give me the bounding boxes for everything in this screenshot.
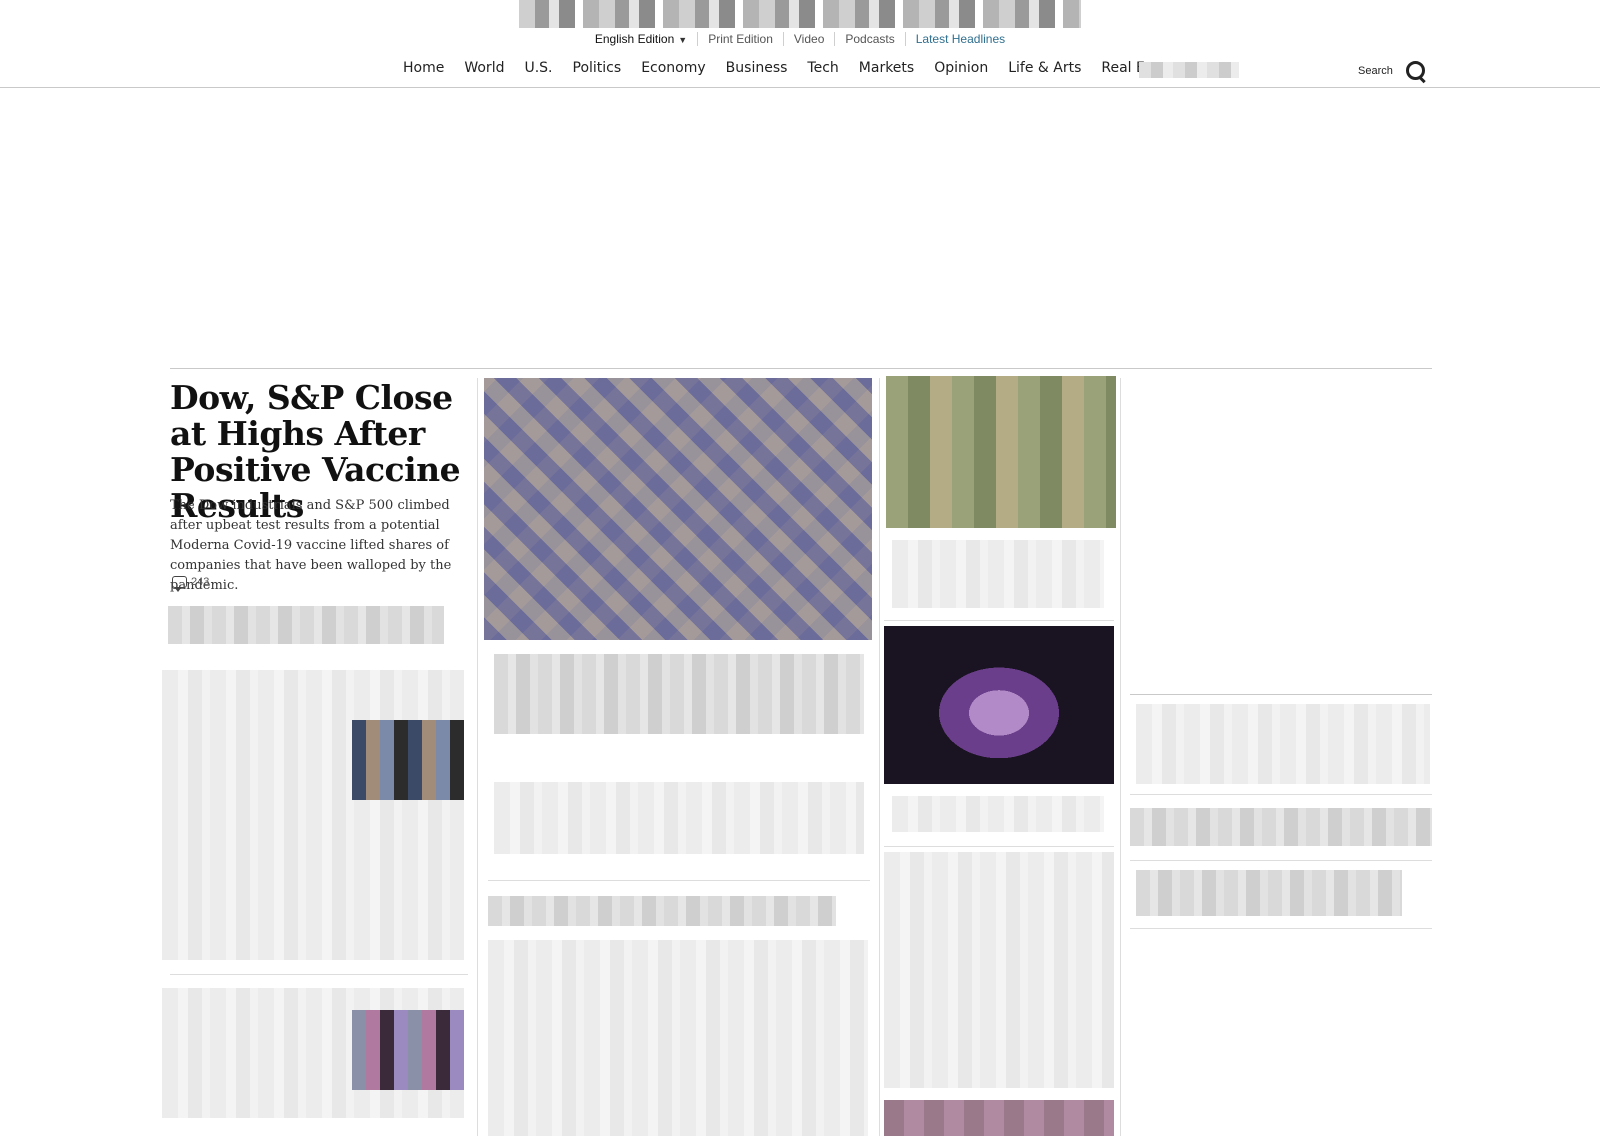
comment-icon bbox=[172, 576, 187, 592]
nav-item-us[interactable]: U.S. bbox=[514, 60, 562, 76]
print-edition-link[interactable]: Print Edition bbox=[697, 32, 783, 46]
comment-count[interactable]: 243 bbox=[172, 576, 210, 592]
nav-item-tech[interactable]: Tech bbox=[797, 60, 848, 76]
nav-item-life-arts[interactable]: Life & Arts bbox=[998, 60, 1091, 76]
chevron-down-icon: ▼ bbox=[678, 35, 688, 45]
nav-item-markets[interactable]: Markets bbox=[849, 60, 924, 76]
story-thumbnail[interactable] bbox=[352, 1010, 464, 1090]
story-obscured[interactable] bbox=[884, 852, 1114, 1088]
edition-selector[interactable]: English Edition ▼ bbox=[585, 32, 697, 46]
search-icon bbox=[1405, 60, 1427, 82]
video-link[interactable]: Video bbox=[782, 32, 834, 46]
story-headline-obscured[interactable] bbox=[488, 896, 836, 926]
nav-item-world[interactable]: World bbox=[454, 60, 514, 76]
story-divider bbox=[884, 620, 1114, 621]
related-link-obscured[interactable] bbox=[168, 606, 444, 644]
nav-links: Home World U.S. Politics Economy Busines… bbox=[393, 60, 1190, 76]
story-summary-obscured bbox=[488, 940, 868, 1136]
latest-headlines-link[interactable]: Latest Headlines bbox=[904, 32, 1015, 46]
column-divider bbox=[477, 378, 478, 1136]
story-headline-obscured[interactable] bbox=[892, 796, 1104, 832]
story-divider bbox=[1130, 794, 1432, 795]
main-nav: Home World U.S. Politics Economy Busines… bbox=[0, 58, 1600, 88]
story-divider bbox=[488, 880, 870, 881]
story-divider bbox=[1130, 860, 1432, 861]
nav-item-politics[interactable]: Politics bbox=[563, 60, 632, 76]
nav-item-obscured[interactable] bbox=[1139, 62, 1239, 78]
story-divider bbox=[170, 974, 468, 975]
section-rule bbox=[170, 368, 1432, 369]
story-headline-obscured[interactable] bbox=[892, 540, 1104, 608]
edition-label: English Edition bbox=[594, 32, 675, 46]
masthead-logo[interactable] bbox=[519, 0, 1081, 28]
nav-item-home[interactable]: Home bbox=[393, 60, 454, 76]
story-image[interactable] bbox=[886, 376, 1116, 528]
nav-item-business[interactable]: Business bbox=[716, 60, 798, 76]
sidebar-story-obscured[interactable] bbox=[1136, 704, 1430, 784]
search-label: Search bbox=[1358, 65, 1393, 77]
nav-item-economy[interactable]: Economy bbox=[631, 60, 715, 76]
comment-count-value: 243 bbox=[191, 576, 210, 588]
featured-headline-obscured[interactable] bbox=[494, 654, 864, 734]
sidebar-story-obscured[interactable] bbox=[1136, 870, 1402, 916]
story-divider bbox=[1130, 928, 1432, 929]
column-divider bbox=[1120, 378, 1121, 1136]
story-obscured[interactable] bbox=[162, 670, 464, 960]
search-button[interactable]: Search bbox=[1358, 60, 1427, 82]
story-image[interactable] bbox=[884, 1100, 1114, 1136]
story-image[interactable] bbox=[884, 626, 1114, 784]
featured-image[interactable] bbox=[484, 378, 872, 640]
story-thumbnail[interactable] bbox=[352, 720, 464, 800]
lead-summary: The Dow industrials and S&P 500 climbed … bbox=[170, 498, 452, 593]
featured-summary-obscured bbox=[494, 782, 864, 854]
column-divider bbox=[879, 378, 880, 1136]
story-divider bbox=[884, 846, 1114, 847]
nav-item-opinion[interactable]: Opinion bbox=[924, 60, 998, 76]
podcasts-link[interactable]: Podcasts bbox=[834, 32, 904, 46]
sidebar-story-obscured[interactable] bbox=[1130, 808, 1432, 846]
section-rule bbox=[1130, 694, 1432, 695]
edition-bar: English Edition ▼ Print Edition Video Pod… bbox=[0, 32, 1600, 46]
